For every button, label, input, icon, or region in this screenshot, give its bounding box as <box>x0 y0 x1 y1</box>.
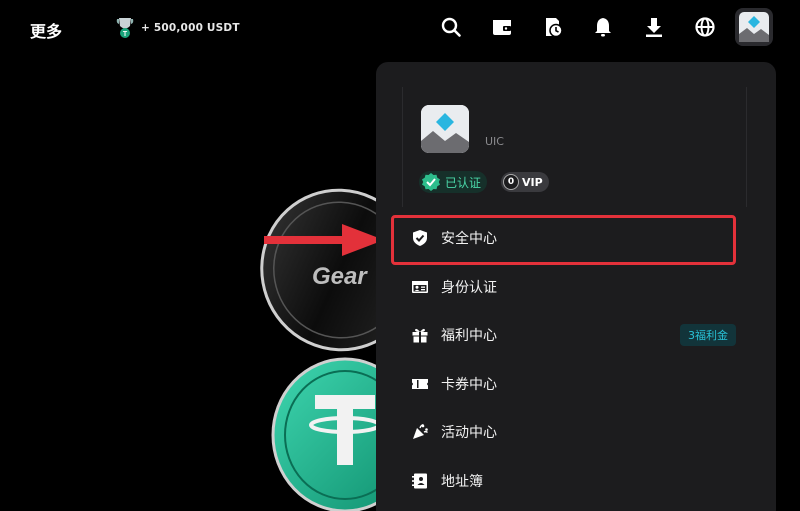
uid-label: UIC <box>485 135 504 148</box>
more-menu-label[interactable]: 更多 <box>30 18 62 42</box>
menu-item-label: 卡券中心 <box>441 377 497 393</box>
verified-badge: 已认证 <box>419 171 488 193</box>
party-popper-icon <box>410 422 430 442</box>
trophy-icon: T <box>116 18 134 38</box>
search-icon[interactable] <box>438 14 464 40</box>
globe-icon[interactable] <box>692 14 718 40</box>
avatar-image-icon <box>421 105 469 153</box>
verified-check-icon <box>422 173 440 191</box>
download-icon[interactable] <box>641 14 667 40</box>
address-book-icon <box>410 471 430 491</box>
menu-item-activity-center[interactable]: 活动中心 <box>376 408 776 456</box>
vip-label: VIP <box>522 175 543 189</box>
svg-text:T: T <box>123 31 128 38</box>
menu-item-address-book[interactable]: 地址簿 <box>376 457 776 505</box>
profile-card[interactable]: UIC 已认证 0 VIP <box>402 87 747 207</box>
wallet-icon[interactable] <box>489 14 515 40</box>
bell-icon[interactable] <box>590 14 616 40</box>
promo-text: + 500,000 USDT <box>141 22 240 34</box>
verified-label: 已认证 <box>445 175 482 190</box>
promo-banner[interactable]: T + 500,000 USDT <box>115 16 240 40</box>
avatar[interactable] <box>735 8 773 46</box>
menu-item-label: 身份认证 <box>441 280 497 296</box>
menu-item-label: 福利中心 <box>441 328 497 344</box>
red-pointer-arrow <box>264 224 384 256</box>
vip-level: 0 <box>503 174 520 190</box>
shield-check-icon <box>410 228 430 248</box>
coin-text: Gear <box>312 263 368 290</box>
account-dropdown-menu: UIC 已认证 0 VIP 安全中心 身份认证 福利中心 3福利金 卡券中心 活… <box>376 62 776 511</box>
menu-item-label: 活动中心 <box>441 425 497 441</box>
avatar-image-icon <box>739 12 769 42</box>
gift-icon <box>410 325 430 345</box>
menu-item-coupon-center[interactable]: 卡券中心 <box>376 360 776 408</box>
benefits-badge: 3福利金 <box>680 324 736 346</box>
menu-item-label: 地址簿 <box>441 474 483 490</box>
top-navigation-bar: 更多 T + 500,000 USDT <box>0 0 800 58</box>
id-card-icon <box>410 277 430 297</box>
ticket-icon <box>410 374 430 394</box>
menu-item-identity-verification[interactable]: 身份认证 <box>376 263 776 311</box>
menu-item-benefits-center[interactable]: 福利中心 3福利金 <box>376 311 776 359</box>
vip-badge[interactable]: 0 VIP <box>501 172 549 192</box>
menu-item-security-center[interactable]: 安全中心 <box>376 214 776 262</box>
menu-item-label: 安全中心 <box>441 231 497 247</box>
orders-history-icon[interactable] <box>540 14 566 40</box>
profile-avatar <box>421 105 469 153</box>
